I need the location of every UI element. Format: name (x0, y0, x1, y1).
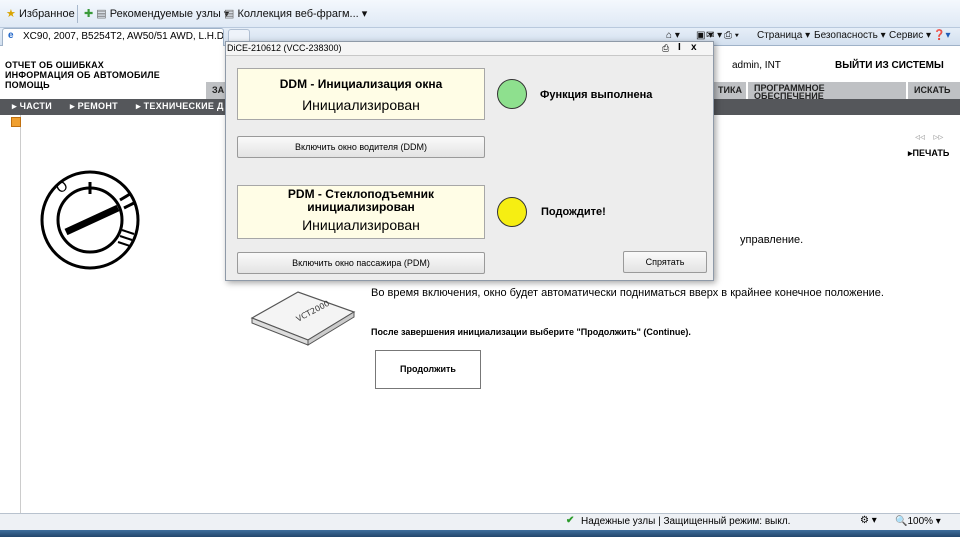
close-icon[interactable]: x (691, 42, 697, 53)
check-icon: ✔ (566, 515, 575, 526)
print-link[interactable]: ▸ПЕЧАТЬ (908, 148, 949, 159)
subnav-parts[interactable]: ▸ ЧАСТИ (12, 101, 52, 112)
vehicle-info-link[interactable]: ИНФОРМАЦИЯ ОБ АВТОМОБИЛЕ (5, 70, 160, 80)
subnav-repair[interactable]: ▸ РЕМОНТ (70, 101, 118, 112)
ddm-status: Инициализирован (302, 97, 420, 113)
tab-software[interactable]: ПРОГРАММНОЕ ОБЕСПЕЧЕНИЕ (748, 82, 906, 101)
dialog-titlebar: DiCE-210612 (VCC-238300) ⎙ I x (226, 42, 713, 56)
protected-mode-icon[interactable]: ⚙ ▾ (860, 515, 877, 526)
print-icon[interactable]: ⎙ (662, 43, 669, 54)
suggested-sites-label: Рекомендуемые узлы ▾ (109, 8, 230, 20)
continue-button[interactable]: Продолжить (375, 350, 481, 389)
subnav-technical[interactable]: ▸ ТЕХНИЧЕСКИЕ Д (136, 101, 224, 112)
taskbar (0, 530, 960, 537)
safety-menu[interactable]: Безопасность ▾ (814, 30, 886, 41)
dialog-title: DiCE-210612 (VCC-238300) (227, 43, 342, 53)
ddm-title: DDM - Инициализация окна (279, 77, 443, 91)
browser-tab[interactable]: e XC90, 2007, B5254T2, AW50/51 AWD, L.H.… (2, 28, 224, 46)
instruction-fragment: управление. (740, 234, 804, 246)
user-name: admin, INT (732, 60, 781, 71)
tools-menu[interactable]: Сервис ▾ (889, 30, 931, 41)
favorites-bar: ★ Избранное ✚ ▤ Рекомендуемые узлы ▾ ▤ К… (0, 0, 960, 28)
continue-instruction: После завершения инициализации выберите … (371, 327, 691, 337)
star-icon: ★ (6, 8, 16, 20)
tab-search[interactable]: ИСКАТЬ (908, 82, 960, 100)
expand-icon[interactable] (11, 117, 21, 127)
status-bar: ✔ Надежные узлы | Защищенный режим: выкл… (0, 513, 960, 530)
page-icon: ▤ (224, 8, 235, 20)
instruction-text: Во время включения, окно будет автоматич… (371, 287, 884, 299)
pdm-status-label: Подождите! (541, 206, 606, 218)
help-icon[interactable]: ❓▾ (933, 30, 950, 41)
ie-page-icon: e (8, 30, 14, 41)
page-menu[interactable]: Страница ▾ (757, 30, 810, 41)
favorites-button[interactable]: ★ Избранное (6, 7, 75, 20)
info-icon[interactable]: I (678, 42, 681, 53)
ddm-status-label: Функция выполнена (540, 89, 653, 101)
left-strip (10, 115, 21, 515)
add-favorite-icon: ✚ (84, 8, 94, 20)
tab-diagnostics[interactable]: ТИКА (712, 82, 746, 100)
pdm-title: PDM - Стеклоподъемник инициализирован (287, 187, 435, 214)
pdm-panel: PDM - Стеклоподъемник инициализирован Ин… (237, 185, 485, 239)
ddm-status-indicator (497, 79, 527, 109)
pdm-status: Инициализирован (302, 217, 420, 233)
print-icon[interactable]: ⎙ ▾ (724, 30, 739, 41)
ddm-panel: DDM - Инициализация окна Инициализирован (237, 68, 485, 120)
favorites-label: Избранное (18, 8, 75, 20)
hide-button[interactable]: Спрятать (623, 251, 707, 273)
error-report-link[interactable]: ОТЧЕТ ОБ ОШИБКАХ (5, 60, 104, 70)
web-slice-label: Коллекция веб-фрагм... ▾ (237, 8, 368, 20)
tab-title: XC90, 2007, B5254T2, AW50/51 AWD, L.H.D,… (23, 31, 224, 42)
page-nav-icons[interactable]: ◃◃ ▹▹ (915, 132, 943, 143)
mail-icon[interactable]: ✉ ▾ (706, 30, 722, 41)
zone-status: Надежные узлы | Защищенный режим: выкл. (581, 516, 791, 527)
suggested-sites-button[interactable]: ✚ ▤ Рекомендуемые узлы ▾ (84, 7, 229, 20)
zoom-control[interactable]: 🔍100% ▾ (895, 516, 941, 527)
vct2000-device-image: VCT2000 (250, 291, 356, 346)
enable-driver-window-button[interactable]: Включить окно водителя (DDM) (237, 136, 485, 158)
home-icon[interactable]: ⌂ ▾ (666, 30, 680, 41)
enable-passenger-window-button[interactable]: Включить окно пассажира (PDM) (237, 252, 485, 274)
logout-link[interactable]: ВЫЙТИ ИЗ СИСТЕМЫ (835, 60, 944, 71)
web-slice-gallery-button[interactable]: ▤ Коллекция веб-фрагм... ▾ (224, 7, 367, 20)
dice-dialog: DiCE-210612 (VCC-238300) ⎙ I x DDM - Ини… (225, 41, 714, 281)
pdm-status-indicator (497, 197, 527, 227)
ignition-switch-image: O (40, 170, 140, 270)
page-icon: ▤ (96, 8, 107, 20)
